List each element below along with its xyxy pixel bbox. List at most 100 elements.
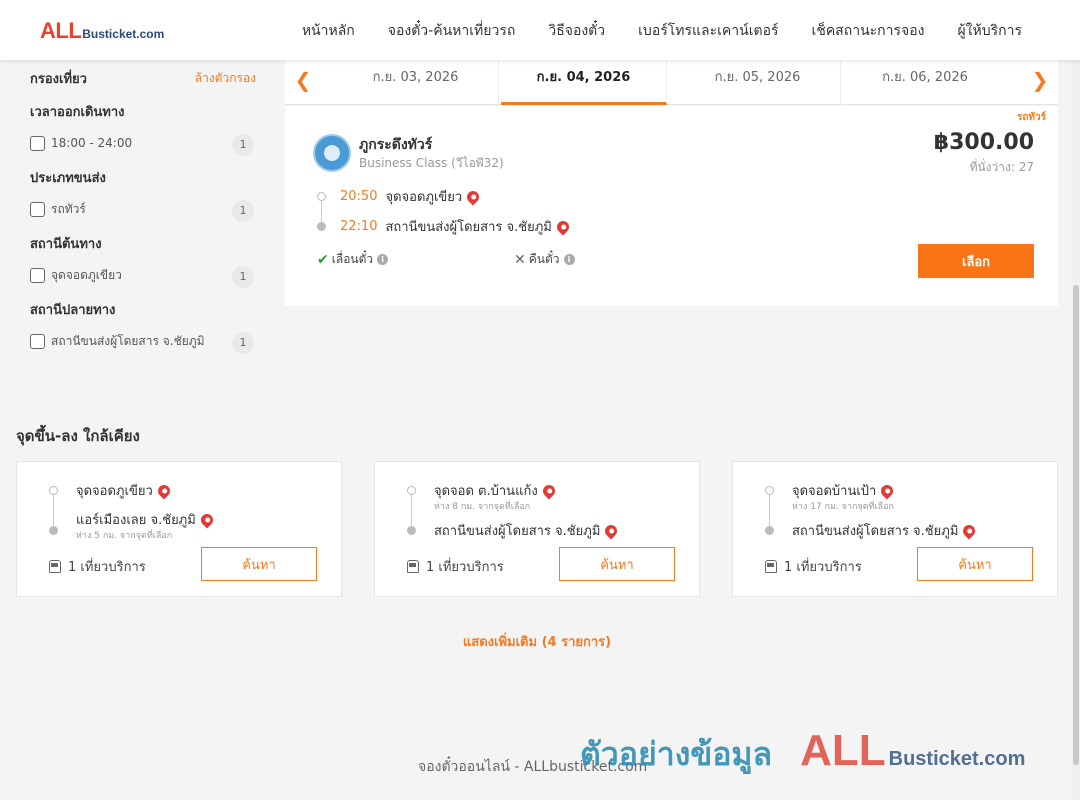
nearby-search-button[interactable]: ค้นหา	[559, 547, 675, 581]
filter-option[interactable]: จุดจอดภูเขียว 1	[30, 258, 256, 292]
filter-checkbox[interactable]	[30, 201, 45, 217]
nav-how-to-book[interactable]: วิธีจองตั๋ว	[548, 20, 605, 42]
filter-option-label: จุดจอดภูเขียว	[51, 267, 122, 282]
nearby-search-button[interactable]: ค้นหา	[917, 547, 1033, 581]
filter-group-origin: สถานีต้นทาง จุดจอดภูเขียว 1	[30, 232, 256, 292]
nav-check-booking[interactable]: เช็คสถานะการจอง	[812, 20, 925, 42]
map-pin-icon[interactable]	[198, 511, 216, 528]
filter-option[interactable]: 18:00 - 24:00 1	[30, 126, 256, 160]
nearby-to-label: สถานีขนส่งผู้โดยสาร จ.ชัยภูมิ	[792, 524, 959, 539]
reschedule-label: เลื่อนตั๋ว	[331, 252, 374, 266]
nearby-distance-note: ห่าง 8 กม. จากจุดที่เลือก	[434, 502, 531, 512]
scrollbar-thumb[interactable]	[1073, 285, 1079, 765]
filter-option-label: 18:00 - 24:00	[51, 136, 133, 150]
arrival-stop: สถานีขนส่งผู้โดยสาร จ.ชัยภูมิ	[385, 220, 552, 235]
trip-price: ฿300.00	[933, 130, 1034, 155]
seats-available: ที่นั่งว่าง: 27	[969, 160, 1034, 174]
map-pin-icon[interactable]	[960, 522, 978, 539]
nearby-distance-note: ห่าง 5 กม. จากจุดที่เลือก	[76, 531, 173, 541]
filter-group-title: เวลาออกเดินทาง	[30, 105, 125, 120]
chevron-left-icon[interactable]: ❮	[293, 70, 313, 92]
date-tab[interactable]: ก.ย. 05, 2026	[675, 60, 841, 105]
nav-operators[interactable]: ผู้ให้บริการ	[957, 20, 1022, 42]
filter-group-departure-time: เวลาออกเดินทาง 18:00 - 24:00 1	[30, 100, 256, 160]
route-line	[769, 492, 770, 530]
nearby-from-label: จุดจอด ต.บ้านแก้ง	[434, 484, 538, 499]
filter-group-transport-type: ประเภทขนส่ง รถทัวร์ 1	[30, 166, 256, 226]
destination-dot	[407, 526, 416, 535]
show-more-link[interactable]: แสดงเพิ่มเติม (4 รายการ)	[0, 631, 1074, 652]
origin-dot	[49, 486, 58, 495]
nav-home[interactable]: หน้าหลัก	[302, 20, 355, 42]
nearby-trip-count-label: 1 เที่ยวบริการ	[426, 560, 504, 575]
arrival-row: 22:10 สถานีขนส่งผู้โดยสาร จ.ชัยภูมิ	[340, 216, 572, 237]
filter-header: กรองเที่ยว ล้างตัวกรอง	[30, 62, 256, 94]
filter-title: กรองเที่ยว	[30, 71, 87, 87]
filter-group-title: สถานีต้นทาง	[30, 237, 102, 252]
check-icon: ✔	[317, 251, 329, 268]
map-pin-icon[interactable]	[878, 482, 896, 499]
filter-option[interactable]: รถทัวร์ 1	[30, 192, 256, 226]
route-line	[411, 492, 412, 530]
info-icon[interactable]: i	[563, 254, 575, 265]
operator-logo	[313, 134, 351, 172]
nearby-distance-note: ห่าง 17 กม. จากจุดที่เลือก	[792, 502, 894, 512]
cross-icon: ✕	[514, 251, 526, 268]
watermark-logo-sub: Busticket.com	[888, 748, 1026, 770]
nearby-from: จุดจอดบ้านเป้า	[792, 480, 896, 501]
map-pin-icon[interactable]	[554, 218, 572, 235]
filter-checkbox[interactable]	[30, 267, 45, 283]
origin-dot	[317, 192, 326, 201]
filter-group-title: สถานีปลายทาง	[30, 303, 116, 318]
page-scrollbar[interactable]	[1072, 0, 1080, 800]
map-pin-icon[interactable]	[602, 522, 620, 539]
bus-icon	[407, 560, 419, 573]
map-pin-icon[interactable]	[540, 482, 558, 499]
nearby-to: สถานีขนส่งผู้โดยสาร จ.ชัยภูมิ	[792, 520, 978, 541]
filter-checkbox[interactable]	[30, 333, 45, 349]
nearby-trip-count: 1 เที่ยวบริการ	[765, 556, 862, 577]
nav-book-search[interactable]: จองตั๋ว-ค้นหาเที่ยวรถ	[388, 20, 516, 42]
nearby-section-title: จุดขึ้น-ลง ใกล้เคียง	[16, 427, 140, 445]
filter-option-label: สถานีขนส่งผู้โดยสาร จ.ชัยภูมิ	[51, 333, 205, 348]
nearby-to-label: สถานีขนส่งผู้โดยสาร จ.ชัยภูมิ	[434, 524, 601, 539]
select-trip-button[interactable]: เลือก	[918, 244, 1034, 278]
refund-feature: ✕ คืนตั๋ว i	[514, 250, 575, 269]
filter-group-destination: สถานีปลายทาง สถานีขนส่งผู้โดยสาร จ.ชัยภู…	[30, 298, 256, 358]
clear-filters-link[interactable]: ล้างตัวกรอง	[195, 69, 256, 88]
departure-row: 20:50 จุดจอดภูเขียว	[340, 186, 482, 207]
map-pin-icon[interactable]	[464, 188, 482, 205]
info-icon[interactable]: i	[377, 254, 389, 265]
logo-sub-text: Busticket.com	[82, 27, 165, 41]
map-pin-icon[interactable]	[155, 482, 173, 499]
filter-count-badge: 1	[232, 332, 254, 354]
filter-count-badge: 1	[232, 134, 254, 156]
destination-dot	[317, 222, 326, 231]
nearby-search-button[interactable]: ค้นหา	[201, 547, 317, 581]
nav-contact-counters[interactable]: เบอร์โทรและเคาน์เตอร์	[638, 20, 778, 42]
route-line	[321, 198, 322, 224]
bus-class: Business Class (วีไอพี32)	[359, 156, 504, 170]
route-line	[53, 492, 54, 530]
date-tab[interactable]: ก.ย. 06, 2026	[842, 60, 1008, 105]
filter-sidebar: กรองเที่ยว ล้างตัวกรอง เวลาออกเดินทาง 18…	[30, 62, 256, 358]
bus-icon	[49, 560, 61, 573]
site-logo[interactable]: ALL Busticket.com	[40, 18, 164, 44]
nearby-card: จุดจอดภูเขียว แอร์เมืองเลย จ.ชัยภูมิ ห่า…	[16, 461, 342, 597]
date-tab[interactable]: ก.ย. 03, 2026	[333, 60, 499, 105]
chevron-right-icon[interactable]: ❯	[1030, 70, 1050, 92]
filter-option-label: รถทัวร์	[51, 201, 86, 216]
filter-option[interactable]: สถานีขนส่งผู้โดยสาร จ.ชัยภูมิ 1	[30, 324, 256, 358]
date-selector: ❮ ก.ย. 03, 2026 ก.ย. 04, 2026 ก.ย. 05, 2…	[285, 60, 1058, 105]
nearby-from: จุดจอดภูเขียว	[76, 480, 173, 501]
site-header: ALL Busticket.com หน้าหลัก จองตั๋ว-ค้นหา…	[0, 0, 1080, 60]
nearby-card: จุดจอด ต.บ้านแก้ง ห่าง 8 กม. จากจุดที่เล…	[374, 461, 700, 597]
departure-stop: จุดจอดภูเขียว	[385, 190, 463, 205]
nearby-trip-count: 1 เที่ยวบริการ	[407, 556, 504, 577]
nearby-to-label: แอร์เมืองเลย จ.ชัยภูมิ	[76, 513, 196, 528]
date-tab-active[interactable]: ก.ย. 04, 2026	[501, 60, 667, 105]
filter-checkbox[interactable]	[30, 135, 45, 151]
main-nav: หน้าหลัก จองตั๋ว-ค้นหาเที่ยวรถ วิธีจองตั…	[269, 20, 1022, 42]
origin-dot	[765, 486, 774, 495]
destination-dot	[49, 526, 58, 535]
